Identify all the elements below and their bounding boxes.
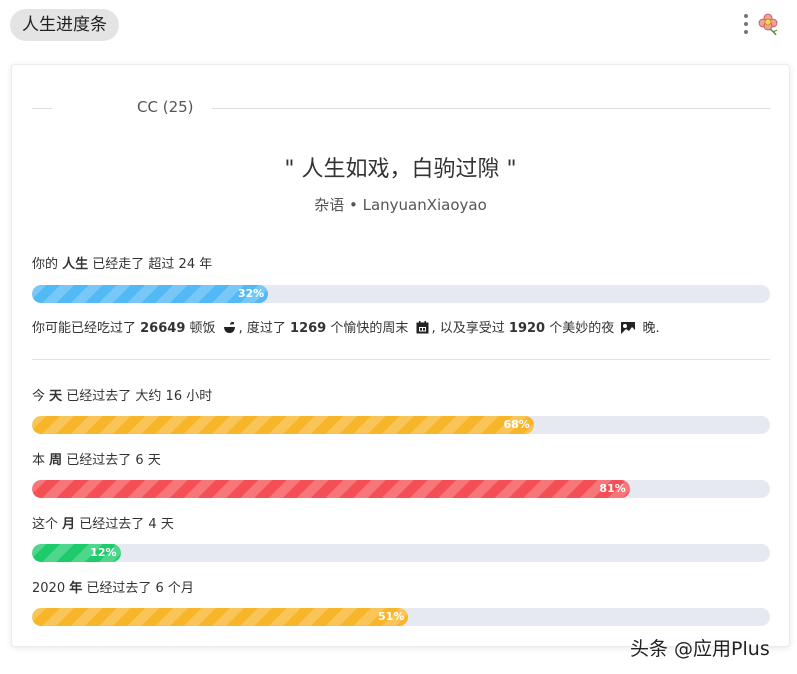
year-label: 2020 年 已经过去了 6 个月 [32, 581, 194, 596]
week-progress-fill: 81% [32, 480, 630, 498]
calendar-icon [416, 321, 429, 338]
watermark: 头条 @应用Plus [630, 638, 770, 660]
life-percent: 32% [237, 287, 265, 300]
day-progress-fill: 68% [32, 416, 534, 434]
month-progress-fill: 12% [32, 544, 121, 562]
week-label: 本 周 已经过去了 6 天 [32, 453, 161, 468]
month-label: 这个 月 已经过去了 4 天 [32, 517, 174, 532]
nights-count: 1920 [508, 321, 546, 336]
bowl-icon [223, 321, 236, 338]
day-percent: 68% [503, 418, 530, 431]
user-name-age: CC (25) [137, 98, 194, 116]
week-progress-bar: 81% [32, 480, 770, 498]
quote-source: 杂语 • LanyuanXiaoyao [314, 196, 487, 214]
week-percent: 81% [599, 482, 626, 495]
year-progress-bar: 51% [32, 608, 770, 626]
meals-count: 26649 [140, 321, 186, 336]
life-progress-card: CC (25) " 人生如戏，白驹过隙 " 杂语 • LanyuanXiaoya… [11, 64, 790, 647]
divider-right [212, 108, 770, 109]
night-icon [621, 322, 636, 338]
life-label: 你的 人生 已经走了 超过 24 年 [32, 257, 213, 272]
app-title: 人生进度条 [10, 9, 119, 41]
year-progress-fill: 51% [32, 608, 409, 626]
month-progress-bar: 12% [32, 544, 770, 562]
weekends-count: 1269 [290, 321, 327, 336]
quote-text: " 人生如戏，白驹过隙 " [284, 157, 517, 182]
day-progress-bar: 68% [32, 416, 770, 434]
life-progress-bar: 32% [32, 285, 770, 303]
life-stats: 你可能已经吃过了 26649 顿饭 , 度过了 1269 个愉快的周末 , 以及… [32, 321, 660, 338]
day-label: 今 天 已经过去了 大约 16 小时 [32, 389, 213, 404]
divider-left [32, 108, 52, 109]
year-percent: 51% [378, 610, 405, 623]
month-percent: 12% [90, 546, 117, 559]
flower-avatar-icon[interactable] [758, 12, 782, 36]
section-divider [32, 359, 770, 360]
more-menu-icon[interactable] [741, 14, 751, 38]
life-progress-fill: 32% [32, 285, 269, 303]
